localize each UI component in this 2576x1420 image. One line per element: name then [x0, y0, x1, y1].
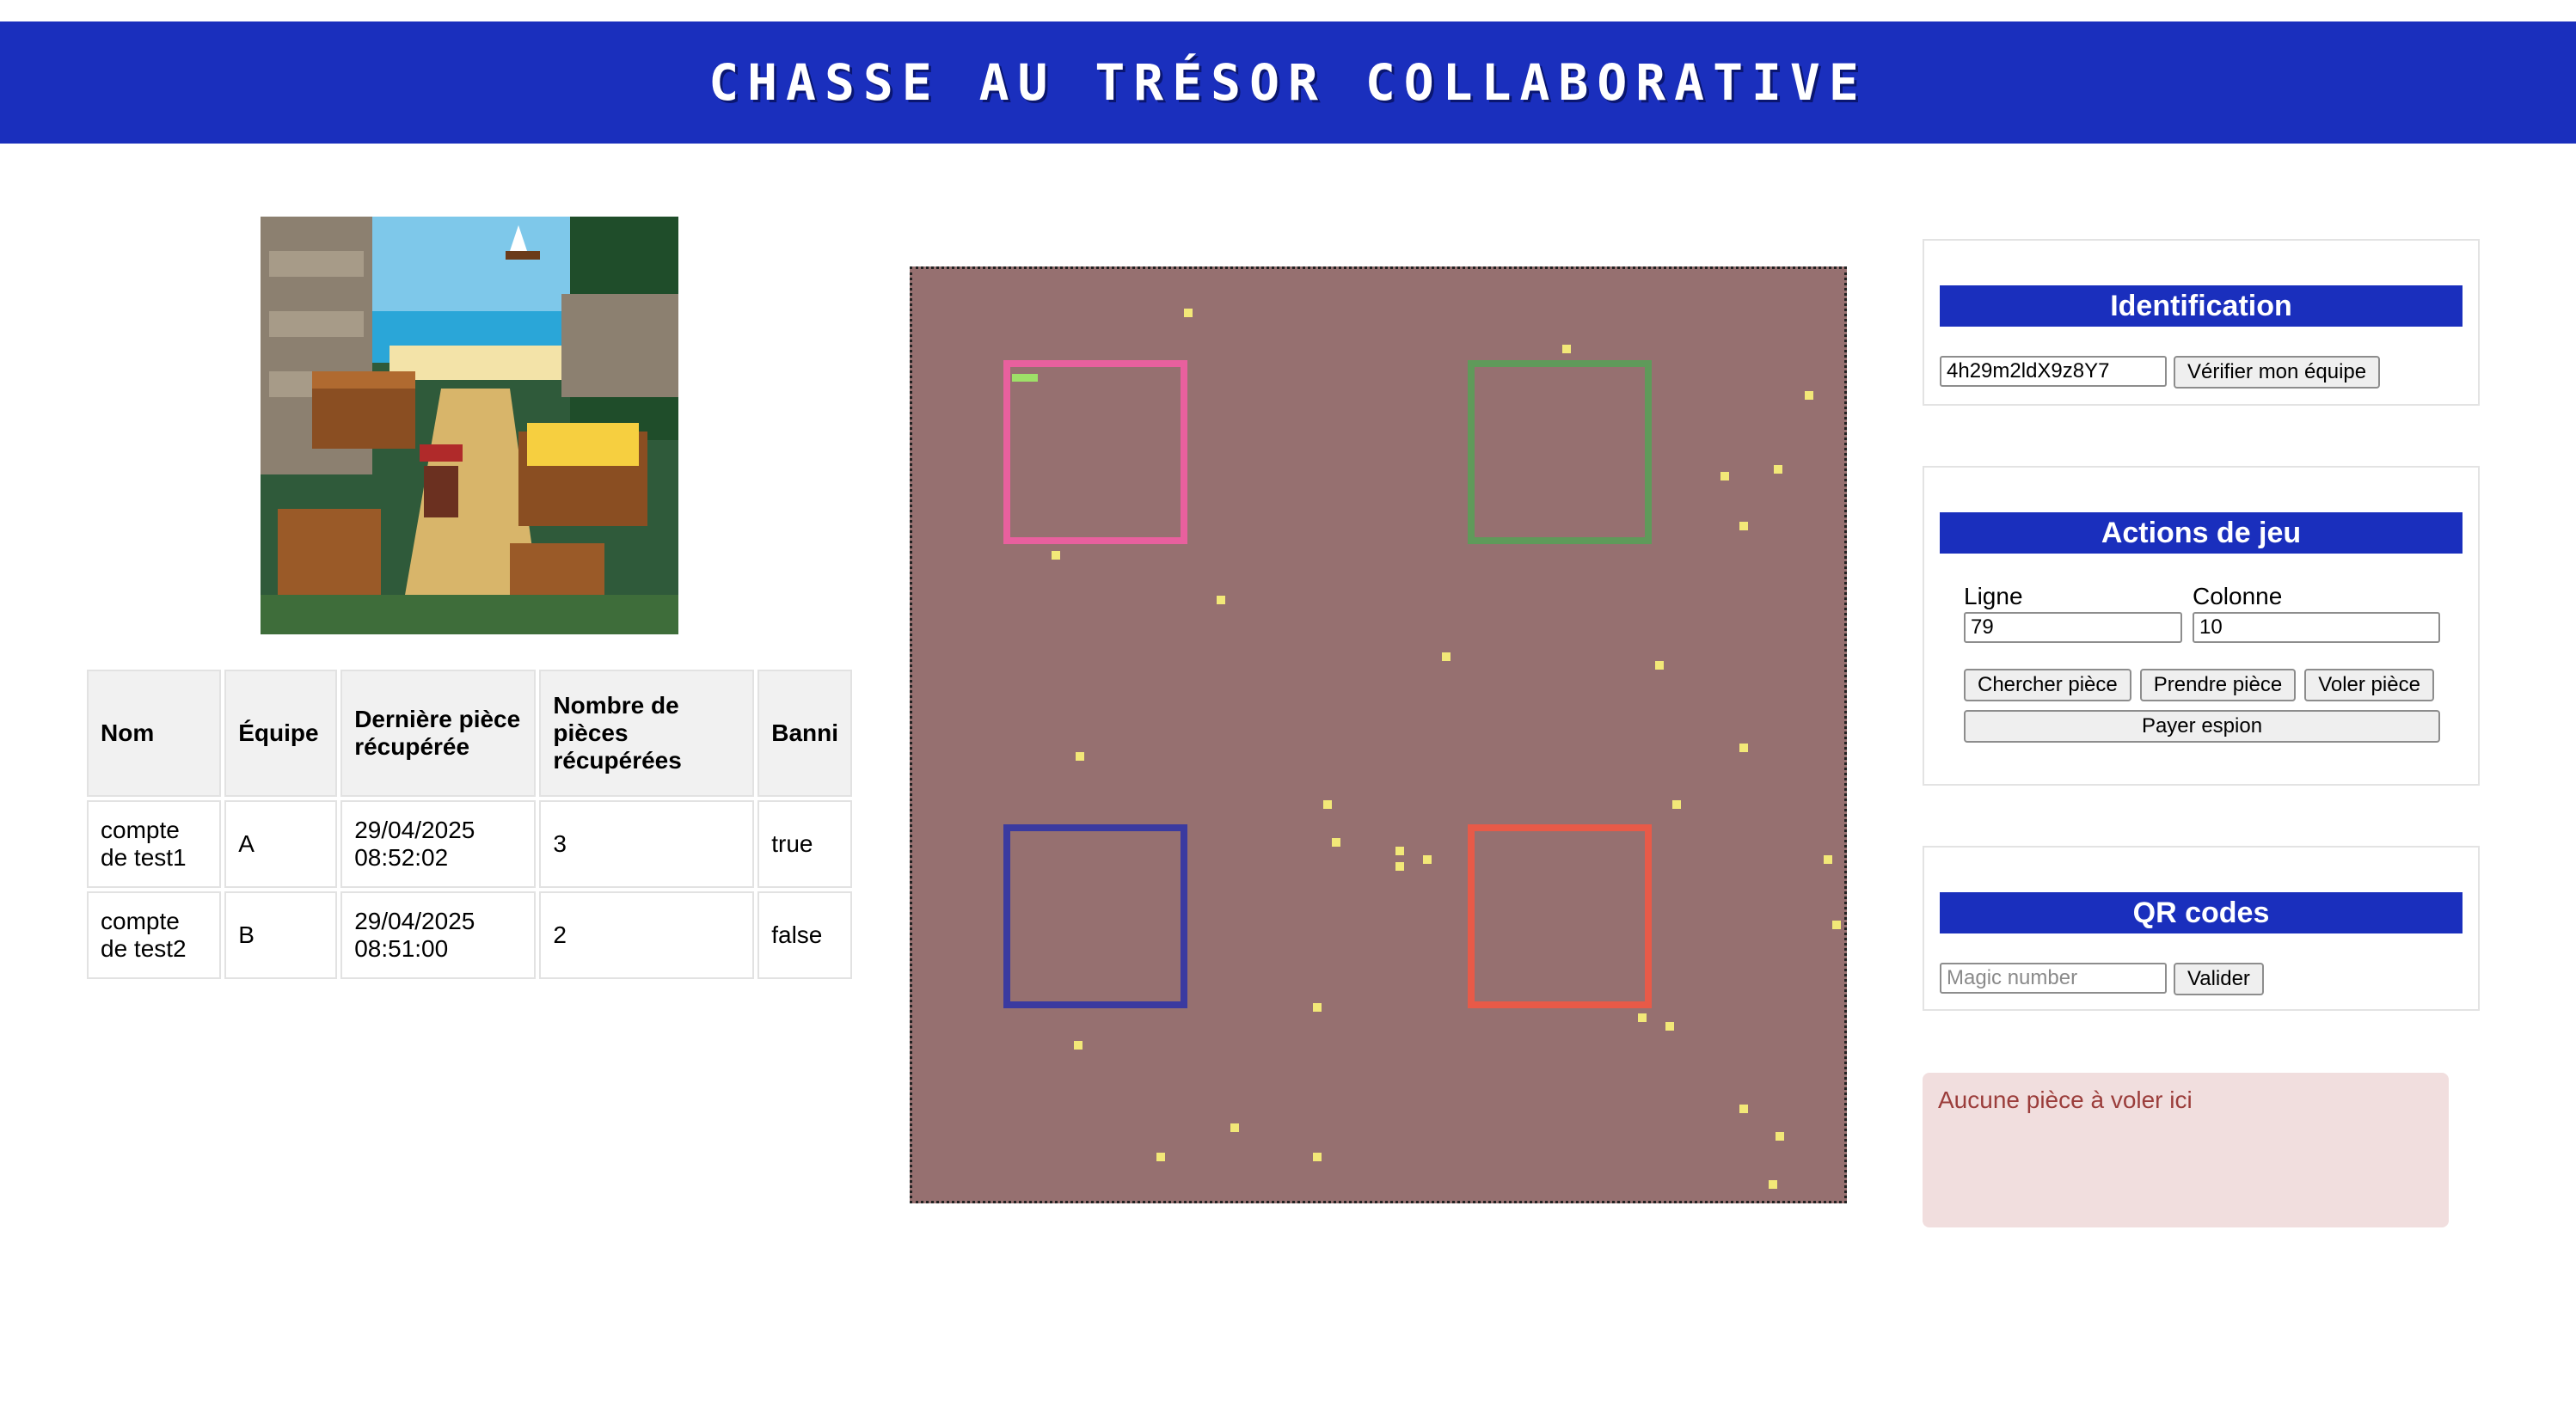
coin: [1184, 309, 1193, 317]
coin: [1720, 472, 1729, 480]
cell-team: B: [224, 891, 338, 979]
coin: [1230, 1123, 1239, 1132]
table-row: compte de test1 A 29/04/2025 08:52:02 3 …: [87, 800, 852, 888]
team-zone-blue: [1003, 824, 1187, 1008]
coin: [1672, 800, 1681, 809]
column-header-team: Équipe: [224, 670, 338, 797]
cell-last-coin: 29/04/2025 08:52:02: [340, 800, 537, 888]
cell-team: A: [224, 800, 338, 888]
qr-codes-title: QR codes: [1940, 892, 2463, 933]
column-header-banned: Banni: [757, 670, 852, 797]
app-header: Chasse au trésor collaborative: [0, 21, 2576, 144]
column-header-name: Nom: [87, 670, 222, 797]
table-row: compte de test2 B 29/04/2025 08:51:00 2 …: [87, 891, 852, 979]
coin: [1395, 847, 1404, 855]
game-actions-title: Actions de jeu: [1940, 512, 2463, 554]
page-title: Chasse au trésor collaborative: [708, 53, 1868, 112]
coin: [1562, 345, 1571, 353]
qr-codes-panel: QR codes Valider: [1923, 846, 2480, 1011]
treasure-illustration: [261, 217, 678, 634]
status-alert: Aucune pièce à voler ici: [1923, 1073, 2449, 1227]
coin: [1076, 752, 1084, 761]
coin: [1052, 551, 1060, 560]
team-zone-pink: [1003, 360, 1187, 544]
identification-title: Identification: [1940, 285, 2463, 327]
coin: [1442, 652, 1451, 661]
coin: [1313, 1003, 1322, 1012]
game-board[interactable]: [910, 266, 1847, 1203]
cell-name: compte de test1: [87, 800, 222, 888]
coin: [1774, 465, 1782, 474]
coin: [1739, 744, 1748, 752]
cell-banned: true: [757, 800, 852, 888]
coin: [1739, 522, 1748, 530]
search-coin-button[interactable]: Chercher pièce: [1964, 669, 2131, 701]
players-table: Nom Équipe Dernière pièce récupérée Nomb…: [83, 666, 856, 982]
steal-coin-button[interactable]: Voler pièce: [2304, 669, 2434, 701]
coin: [1769, 1180, 1777, 1189]
coin: [1832, 921, 1841, 929]
magic-number-input[interactable]: [1940, 963, 2167, 994]
cell-last-coin: 29/04/2025 08:51:00: [340, 891, 537, 979]
column-header-coin-count: Nombre de pièces récupérées: [539, 670, 755, 797]
coin: [1655, 661, 1664, 670]
coin: [1395, 862, 1404, 871]
coin: [1776, 1132, 1784, 1141]
team-zone-red: [1468, 824, 1652, 1008]
coin: [1074, 1041, 1083, 1050]
coin: [1665, 1022, 1674, 1031]
coin: [1323, 800, 1332, 809]
game-actions-panel: Actions de jeu Ligne Colonne Chercher pi…: [1923, 466, 2480, 786]
pay-spy-button[interactable]: Payer espion: [1964, 710, 2440, 743]
alert-message: Aucune pièce à voler ici: [1938, 1086, 2193, 1113]
team-token-input[interactable]: [1940, 356, 2167, 387]
take-coin-button[interactable]: Prendre pièce: [2139, 669, 2297, 701]
coin: [1739, 1105, 1748, 1113]
cell-coin-count: 3: [539, 800, 755, 888]
verify-team-button[interactable]: Vérifier mon équipe: [2174, 356, 2381, 389]
cell-coin-count: 2: [539, 891, 755, 979]
cell-banned: false: [757, 891, 852, 979]
team-zone-green: [1468, 360, 1652, 544]
coin: [1332, 838, 1340, 847]
column-header-last-coin: Dernière pièce récupérée: [340, 670, 537, 797]
row-input[interactable]: [1964, 612, 2182, 643]
row-label: Ligne: [1964, 583, 2023, 609]
coin: [1805, 391, 1813, 400]
validate-button[interactable]: Valider: [2174, 963, 2264, 995]
cell-name: compte de test2: [87, 891, 222, 979]
player-marker: [1012, 374, 1038, 382]
column-input[interactable]: [2193, 612, 2440, 643]
coin: [1313, 1153, 1322, 1161]
coin: [1423, 855, 1432, 864]
column-label: Colonne: [2193, 583, 2283, 609]
coin: [1217, 596, 1225, 604]
table-header-row: Nom Équipe Dernière pièce récupérée Nomb…: [87, 670, 852, 797]
coin: [1824, 855, 1832, 864]
identification-panel: Identification Vérifier mon équipe: [1923, 239, 2480, 406]
coin: [1638, 1013, 1647, 1022]
coin: [1156, 1153, 1165, 1161]
